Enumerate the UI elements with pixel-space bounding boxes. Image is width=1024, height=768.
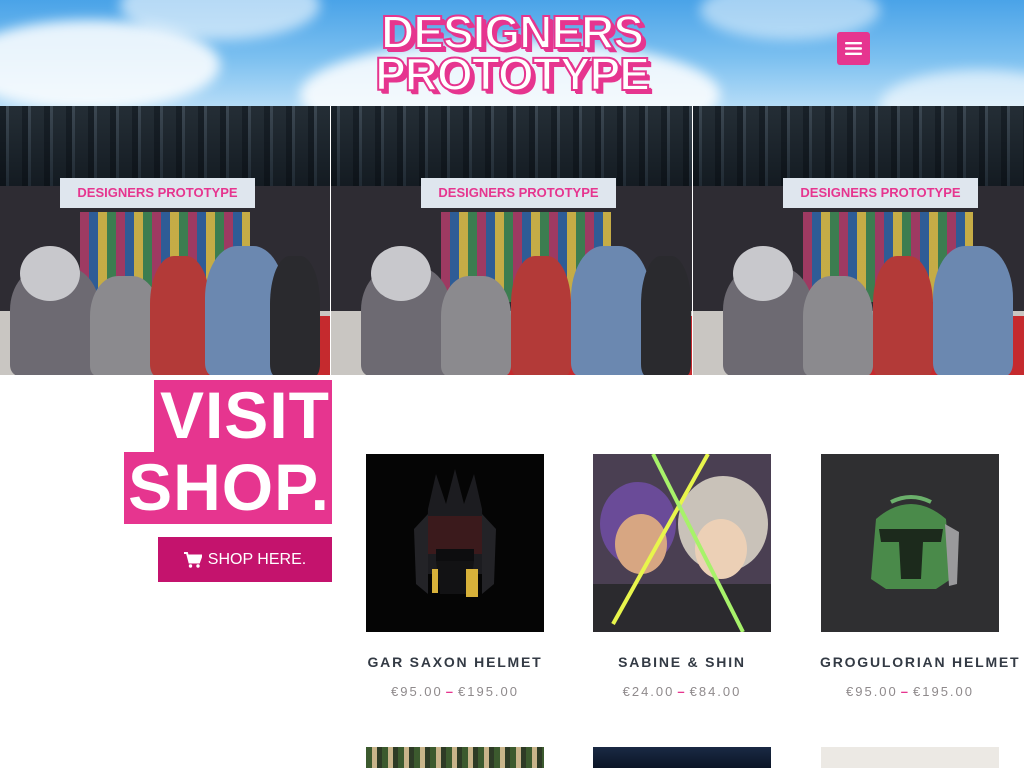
shop-here-button[interactable]: SHOP HERE. xyxy=(158,537,332,582)
product-image-partial[interactable] xyxy=(821,747,999,768)
logo-line-2: PROTOTYPE xyxy=(374,48,651,100)
product-image-grogulorian-helmet[interactable] xyxy=(821,454,999,632)
price-low: €24.00 xyxy=(622,684,675,699)
price-separator: – xyxy=(445,684,455,699)
price-low: €95.00 xyxy=(846,684,898,699)
visit-shop-heading: VISIT SHOP. xyxy=(124,380,332,524)
product-image-gar-saxon-helmet[interactable] xyxy=(366,454,544,632)
product-price: €95.00– €195.00 xyxy=(820,684,1000,699)
price-separator: – xyxy=(677,684,687,699)
shop-here-label: SHOP HERE. xyxy=(207,550,307,568)
site-header: DESIGNERS PROTOTYPE xyxy=(0,0,1024,106)
menu-toggle-button[interactable] xyxy=(837,32,870,65)
hero-photo: DESIGNERS PROTOTYPE xyxy=(0,106,331,375)
product-image-partial[interactable] xyxy=(366,747,544,768)
product-price: €24.00– €84.00 xyxy=(592,684,772,699)
product-price: €95.00– €195.00 xyxy=(365,684,545,699)
price-high: €195.00 xyxy=(458,684,519,699)
product-image-partial[interactable] xyxy=(593,747,771,768)
price-high: €84.00 xyxy=(689,684,742,699)
product-card[interactable]: SABINE & SHIN €24.00– €84.00 xyxy=(592,454,772,699)
visit-shop-title-line1: VISIT xyxy=(153,380,332,452)
product-name[interactable]: SABINE & SHIN xyxy=(592,654,772,670)
product-name[interactable]: GAR SAXON HELMET xyxy=(365,654,545,670)
hero-photo: DESIGNERS PROTOTYPE xyxy=(693,106,1024,375)
shopping-cart-icon xyxy=(183,551,202,568)
booth-sign: DESIGNERS PROTOTYPE xyxy=(77,185,238,201)
product-name[interactable]: GROGULORIAN HELMET xyxy=(820,654,1019,670)
product-image-sabine-and-shin[interactable] xyxy=(593,454,771,632)
hamburger-menu-icon xyxy=(845,42,862,55)
price-high: €195.00 xyxy=(913,684,974,699)
product-card[interactable]: GAR SAXON HELMET €95.00– €195.00 xyxy=(365,454,545,699)
booth-sign: DESIGNERS PROTOTYPE xyxy=(438,185,599,201)
hero-gallery: DESIGNERS PROTOTYPE DESIGNERS PROTOTYPE … xyxy=(0,106,1024,375)
price-separator: – xyxy=(900,684,910,699)
price-low: €95.00 xyxy=(391,684,443,699)
visit-shop-title-line2: SHOP. xyxy=(124,452,332,524)
site-logo[interactable]: DESIGNERS PROTOTYPE xyxy=(362,6,662,100)
hero-photo: DESIGNERS PROTOTYPE xyxy=(331,106,693,375)
logo-line-1: DESIGNERS xyxy=(380,5,645,58)
booth-sign: DESIGNERS PROTOTYPE xyxy=(800,185,961,201)
product-card[interactable]: GROGULORIAN HELMET €95.00– €195.00 xyxy=(820,454,1019,699)
